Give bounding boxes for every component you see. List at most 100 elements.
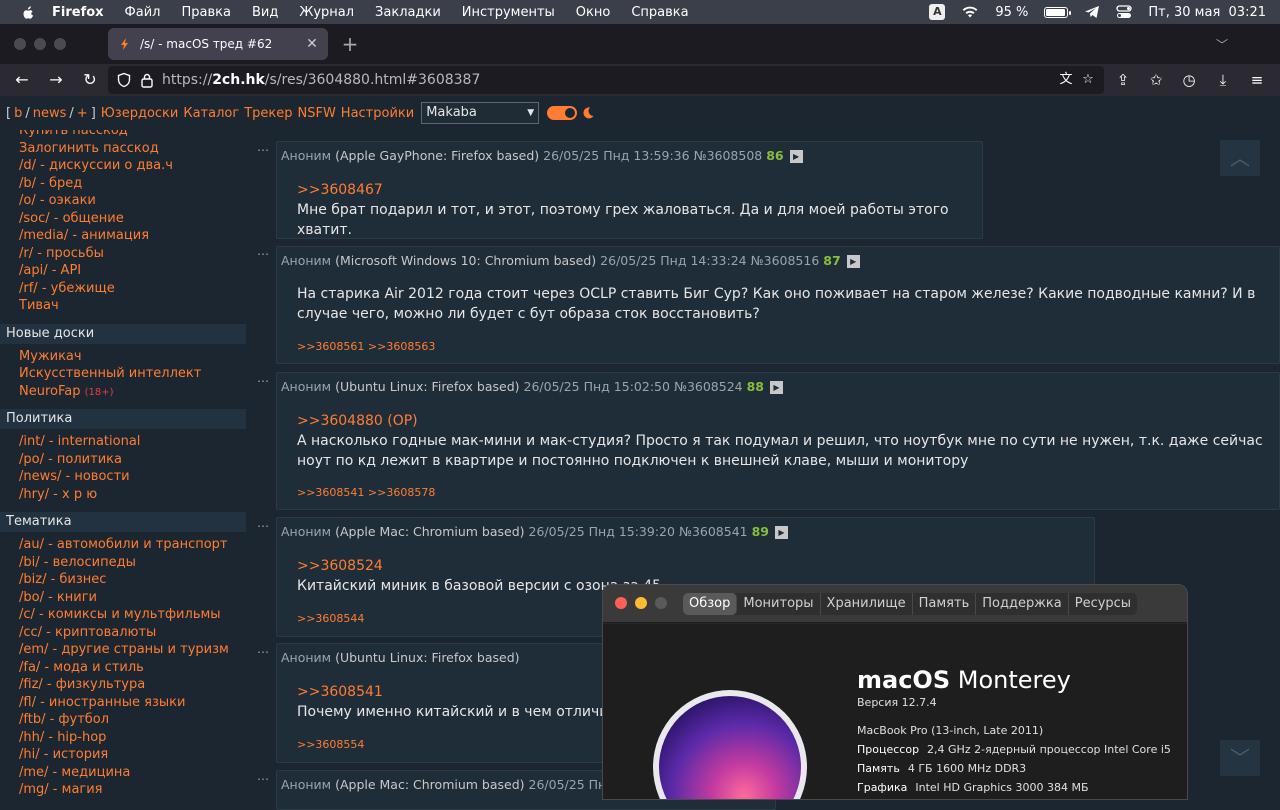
reply-link[interactable]: >>3608524 [297,556,661,576]
tab-displays[interactable]: Мониторы [737,593,821,615]
sidebar-item-em[interactable]: /em/ - другие страны и туризм [0,641,246,659]
tab-resources[interactable]: Ресурсы [1069,593,1137,615]
hamburger-menu-icon[interactable]: ≡ [1247,70,1267,90]
theme-toggle[interactable] [547,106,578,120]
menu-history[interactable]: Журнал [299,5,354,20]
battery-percent[interactable]: 95 % [995,5,1028,20]
sidebar-item-bo[interactable]: /bo/ - книги [0,589,246,607]
sidebar-item-ftb[interactable]: /ftb/ - футбол [0,711,246,729]
link-userboards[interactable]: Юзердоски [101,106,179,121]
menu-edit[interactable]: Правка [181,5,230,20]
post-replies-links[interactable]: >>3608554 [297,738,364,751]
post-id-link[interactable]: №3608508 [694,148,763,163]
control-center-icon[interactable] [1116,5,1133,19]
sidebar-item-hi[interactable]: /hi/ - история [0,746,246,764]
play-icon[interactable]: ▶ [775,526,788,539]
input-source-indicator[interactable]: A [929,4,946,20]
post-id-link[interactable]: №3608541 [679,524,748,539]
sidebar-item-biz[interactable]: /biz/ - бизнес [0,571,246,589]
sidebar-item-o[interactable]: /o/ - оэкаки [0,192,246,210]
sidebar-item-bi[interactable]: /bi/ - велосипеды [0,554,246,572]
menu-file[interactable]: Файл [125,5,161,20]
window-close-button[interactable] [14,38,26,50]
post-menu-icon[interactable]: ⋯ [257,772,269,786]
post-id-link[interactable]: №3608516 [751,253,820,268]
tab-overview[interactable]: Обзор [683,593,738,615]
about-zoom-button[interactable] [655,597,667,609]
sidebar-item-b[interactable]: /b/ - бред [0,175,246,193]
tab-close-icon[interactable]: ✕ [304,36,320,52]
url-bar[interactable]: https://2ch.hk/s/res/3604880.html#360838… [108,66,1104,94]
play-icon[interactable]: ▶ [846,255,860,268]
extensions-icon[interactable]: ⇪ [1113,70,1133,90]
sidebar-item-rf[interactable]: /rf/ - убежище [0,280,246,298]
post-id-link[interactable]: №3608524 [674,379,743,394]
downloads-icon[interactable]: ⤓ [1213,70,1233,90]
forward-arrow-icon[interactable]: → [46,70,66,90]
sidebar-item-cc[interactable]: /cc/ - криптовалюты [0,624,246,642]
play-icon[interactable]: ▶ [789,150,803,163]
link-nsfw[interactable]: NSFW [297,106,335,121]
moon-icon[interactable] [581,106,595,120]
tab-support[interactable]: Поддержка [976,593,1069,615]
sidebar-item-ai[interactable]: Искусственный интеллект [0,365,246,383]
sidebar-item-po[interactable]: /po/ - политика [0,451,246,469]
sidebar-item-buy-passcode[interactable]: Купить пасскод [0,130,246,140]
window-zoom-button[interactable] [54,38,66,50]
sidebar-item-mg[interactable]: /mg/ - магия [0,781,246,799]
tab-storage[interactable]: Хранилище [821,593,913,615]
menu-window[interactable]: Окно [576,5,611,20]
menu-bookmarks[interactable]: Закладки [375,5,441,20]
reply-link[interactable]: >>3604880 (OP) [297,411,1272,431]
window-minimize-button[interactable] [34,38,46,50]
add-board-link[interactable]: + [77,106,88,121]
reload-icon[interactable]: ↻ [80,70,100,90]
sidebar-item-api[interactable]: /api/ - API [0,262,246,280]
sidebar-item-muzhikach[interactable]: Мужикач [0,348,246,366]
chevron-down-icon[interactable]: ﹀ [1216,36,1232,52]
sidebar-item-fa[interactable]: /fa/ - мода и стиль [0,659,246,677]
clock[interactable]: Пт, 30 мая 03:21 [1148,5,1266,20]
sidebar-item-int[interactable]: /int/ - international [0,433,246,451]
link-settings[interactable]: Настройки [341,106,414,121]
board-link-b[interactable]: b [14,106,22,121]
lock-icon[interactable] [140,72,154,88]
post-menu-icon[interactable]: ⋯ [257,374,269,388]
reply-link[interactable]: >>3608541 [297,682,624,702]
sidebar-item-fiz[interactable]: /fiz/ - физкультура [0,676,246,694]
post-replies-links[interactable]: >>3608541 >>3608578 [297,486,435,499]
telegram-icon[interactable] [1084,5,1100,19]
bookmarks-toolbar-icon[interactable]: ✩ [1146,70,1166,90]
post-menu-icon[interactable]: ⋯ [257,519,269,533]
post-menu-icon[interactable]: ⋯ [257,247,269,261]
sidebar-item-fl[interactable]: /fl/ - иностранные языки [0,694,246,712]
bookmark-star-icon[interactable]: ☆ [1080,72,1096,88]
new-tab-button[interactable]: + [338,32,362,56]
sidebar-item-soc[interactable]: /soc/ - общение [0,210,246,228]
sidebar-item-neurofap[interactable]: NeuroFap (18+) [0,383,246,401]
translate-icon[interactable]: 文 [1058,72,1074,88]
sidebar-item-news[interactable]: /news/ - новости [0,468,246,486]
history-icon[interactable]: ◷ [1179,70,1199,90]
sidebar-item-tivach[interactable]: Тивач [0,297,246,315]
apple-icon[interactable] [18,4,38,20]
link-tracker[interactable]: Трекер [244,106,292,121]
sidebar-item-hh[interactable]: /hh/ - hip-hop [0,729,246,747]
sidebar-item-me[interactable]: /me/ - медицина [0,764,246,782]
link-catalog[interactable]: Каталог [183,106,239,121]
post-replies-links[interactable]: >>3608561 >>3608563 [297,340,435,353]
sidebar-item-c[interactable]: /c/ - комиксы и мультфильмы [0,606,246,624]
sidebar-item-au[interactable]: /au/ - автомобили и транспорт [0,536,246,554]
menu-app-firefox[interactable]: Firefox [52,5,104,20]
back-arrow-icon[interactable]: ← [12,70,32,90]
about-minimize-button[interactable] [635,597,647,609]
play-icon[interactable]: ▶ [769,381,783,394]
shield-icon[interactable] [116,72,132,88]
sidebar-item-r[interactable]: /r/ - просьбы [0,245,246,263]
battery-icon[interactable] [1044,6,1072,18]
menu-view[interactable]: Вид [252,5,278,20]
reply-link[interactable]: >>3608467 [297,180,982,200]
sidebar-item-d[interactable]: /d/ - дискуссии о два.ч [0,157,246,175]
post-menu-icon[interactable]: ⋯ [257,143,269,157]
scroll-to-bottom-button[interactable]: ﹀ [1220,740,1260,776]
